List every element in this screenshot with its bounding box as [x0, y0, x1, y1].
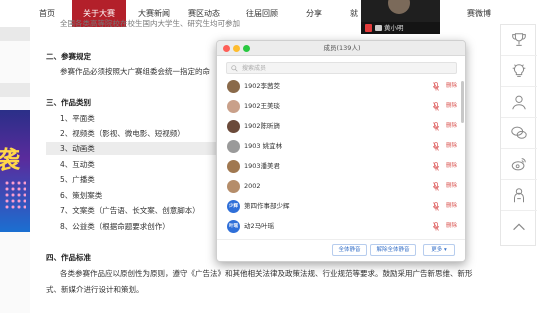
lightbulb-icon	[512, 64, 526, 77]
right-toolbar	[500, 24, 537, 246]
member-avatar	[227, 160, 240, 173]
member-search-input[interactable]: 搜索成员	[226, 62, 457, 74]
category-item: 8、公益类（根据命题要求创作）	[60, 222, 170, 231]
live-video-overlay[interactable]: 黄小明	[361, 0, 440, 34]
category-item: 1、平面类	[60, 114, 95, 123]
member-row[interactable]: 1902王美琰 删除	[217, 97, 465, 116]
search-icon	[231, 65, 238, 72]
search-placeholder: 搜索成员	[242, 65, 267, 72]
wechat-button[interactable]	[501, 118, 537, 149]
mute-all-button[interactable]: 全体静音	[332, 244, 367, 256]
scrollbar-thumb[interactable]	[461, 81, 464, 123]
more-button[interactable]: 更多 ▾	[423, 244, 455, 256]
member-name: 1902王美琰	[244, 102, 281, 110]
member-row[interactable]: 1903 姚宜林 删除	[217, 137, 465, 156]
member-avatar	[227, 100, 240, 113]
member-avatar	[227, 180, 240, 193]
person-icon	[514, 188, 524, 203]
delete-member-button[interactable]: 删除	[446, 177, 457, 196]
member-avatar	[227, 140, 240, 153]
members-footer: 全体静音 解除全体静音 更多 ▾	[217, 239, 465, 261]
microphone-muted-icon[interactable]	[433, 162, 439, 171]
microphone-muted-icon[interactable]	[433, 202, 439, 211]
member-row[interactable]: 少辉 第四作事部少辉 删除	[217, 197, 465, 216]
profile-button[interactable]	[501, 180, 537, 211]
section-title-standards: 四、作品标准	[46, 253, 91, 262]
section-body-standards: 各类参赛作品应以原创性为原则，遵守《广告法》和其他相关法律及政策法规、行业规范等…	[60, 269, 473, 278]
side-banner[interactable]: 袭	[0, 110, 30, 232]
wechat-icon	[511, 126, 527, 139]
member-row[interactable]: 1903潘美君 删除	[217, 157, 465, 176]
section-body-standards-cont: 式、新媒介进行设计和策划。	[46, 285, 144, 294]
weibo-icon	[511, 158, 526, 171]
category-item: 6、策划案类	[60, 191, 103, 200]
member-row[interactable]: 1902李茜茭 删除	[217, 77, 465, 96]
delete-member-button[interactable]: 删除	[446, 157, 457, 176]
member-row[interactable]: 2002 删除	[217, 177, 465, 196]
category-item: 5、广播类	[60, 175, 95, 184]
intro-text: 全国各类高等院校在校生国内大学生、研究生均可参加	[60, 19, 240, 28]
delete-member-button[interactable]: 删除	[446, 77, 457, 96]
category-item: 4、互动类	[60, 160, 95, 169]
delete-member-button[interactable]: 删除	[446, 97, 457, 116]
member-name: 2002	[244, 182, 261, 190]
member-row[interactable]: 叶瑶 动2马叶瑶 删除	[217, 217, 465, 236]
member-name: 1902李茜茭	[244, 82, 281, 90]
member-name: 第四作事部少辉	[244, 202, 290, 210]
idea-button[interactable]	[501, 56, 537, 87]
section-title-rules: 二、参赛规定	[46, 52, 91, 61]
live-speaker-name: 黄小明	[384, 24, 404, 32]
user-icon	[512, 95, 526, 110]
microphone-muted-icon[interactable]	[433, 222, 439, 231]
weibo-button[interactable]	[501, 149, 537, 180]
category-item: 7、文案类（广告语、长文案、创意脚本）	[60, 206, 200, 215]
microphone-muted-icon[interactable]	[433, 102, 439, 111]
live-speaker-avatar	[388, 0, 410, 14]
member-row[interactable]: 1902陈昕旖 删除	[217, 117, 465, 136]
microphone-muted-icon[interactable]	[433, 122, 439, 131]
back-to-top-icon	[513, 222, 525, 230]
member-list: 1902李茜茭 删除 1902王美琰 删除 1902陈昕旖 删除 1903 姚宜林 删除 190…	[217, 77, 465, 237]
trophy-icon	[512, 33, 526, 46]
microphone-muted-icon[interactable]	[433, 142, 439, 151]
camera-icon	[375, 25, 382, 31]
category-item: 2、视频类（影视、微电影、短视频）	[60, 129, 185, 138]
member-name: 1902陈昕旖	[244, 122, 281, 130]
member-avatar	[227, 80, 240, 93]
left-image-strip	[0, 27, 30, 41]
microphone-muted-icon[interactable]	[433, 182, 439, 191]
trophy-button[interactable]	[501, 25, 537, 56]
page: 首页 关于大赛 大赛新闻 赛区动态 往届回顾 分享 就 赛微博 袭 全国各类高等…	[0, 0, 554, 313]
live-speaker-bar: 黄小明	[361, 22, 440, 34]
category-item-highlighted: 3、动画类	[46, 142, 216, 155]
member-avatar	[227, 120, 240, 133]
unmute-all-button[interactable]: 解除全体静音	[370, 244, 416, 256]
delete-member-button[interactable]: 删除	[446, 217, 457, 236]
back-to-top-button[interactable]	[501, 211, 537, 242]
banner-decoration	[4, 180, 26, 210]
member-name: 1903潘美君	[244, 162, 281, 170]
members-window: 成员(139人) 搜索成员 1902李茜茭 删除 1902王美琰 删除 1902陈昕旖删…	[216, 40, 466, 262]
microphone-muted-icon[interactable]	[433, 82, 439, 91]
member-name: 1903 姚宜林	[244, 142, 283, 150]
banner-title: 袭	[0, 145, 20, 174]
member-avatar: 叶瑶	[227, 220, 240, 233]
section-body-rules: 参赛作品必须按照大广赛组委会统一指定的命	[60, 67, 210, 76]
delete-member-button[interactable]: 删除	[446, 197, 457, 216]
delete-member-button[interactable]: 删除	[446, 117, 457, 136]
microphone-muted-icon[interactable]	[365, 24, 372, 32]
member-avatar: 少辉	[227, 200, 240, 213]
window-title: 成员(139人)	[323, 44, 361, 52]
member-name: 动2马叶瑶	[244, 222, 275, 230]
delete-member-button[interactable]: 删除	[446, 137, 457, 156]
user-button[interactable]	[501, 87, 537, 118]
left-image-strip	[0, 83, 30, 97]
section-title-categories: 三、作品类别	[46, 98, 91, 107]
window-titlebar[interactable]: 成员(139人)	[217, 41, 465, 56]
